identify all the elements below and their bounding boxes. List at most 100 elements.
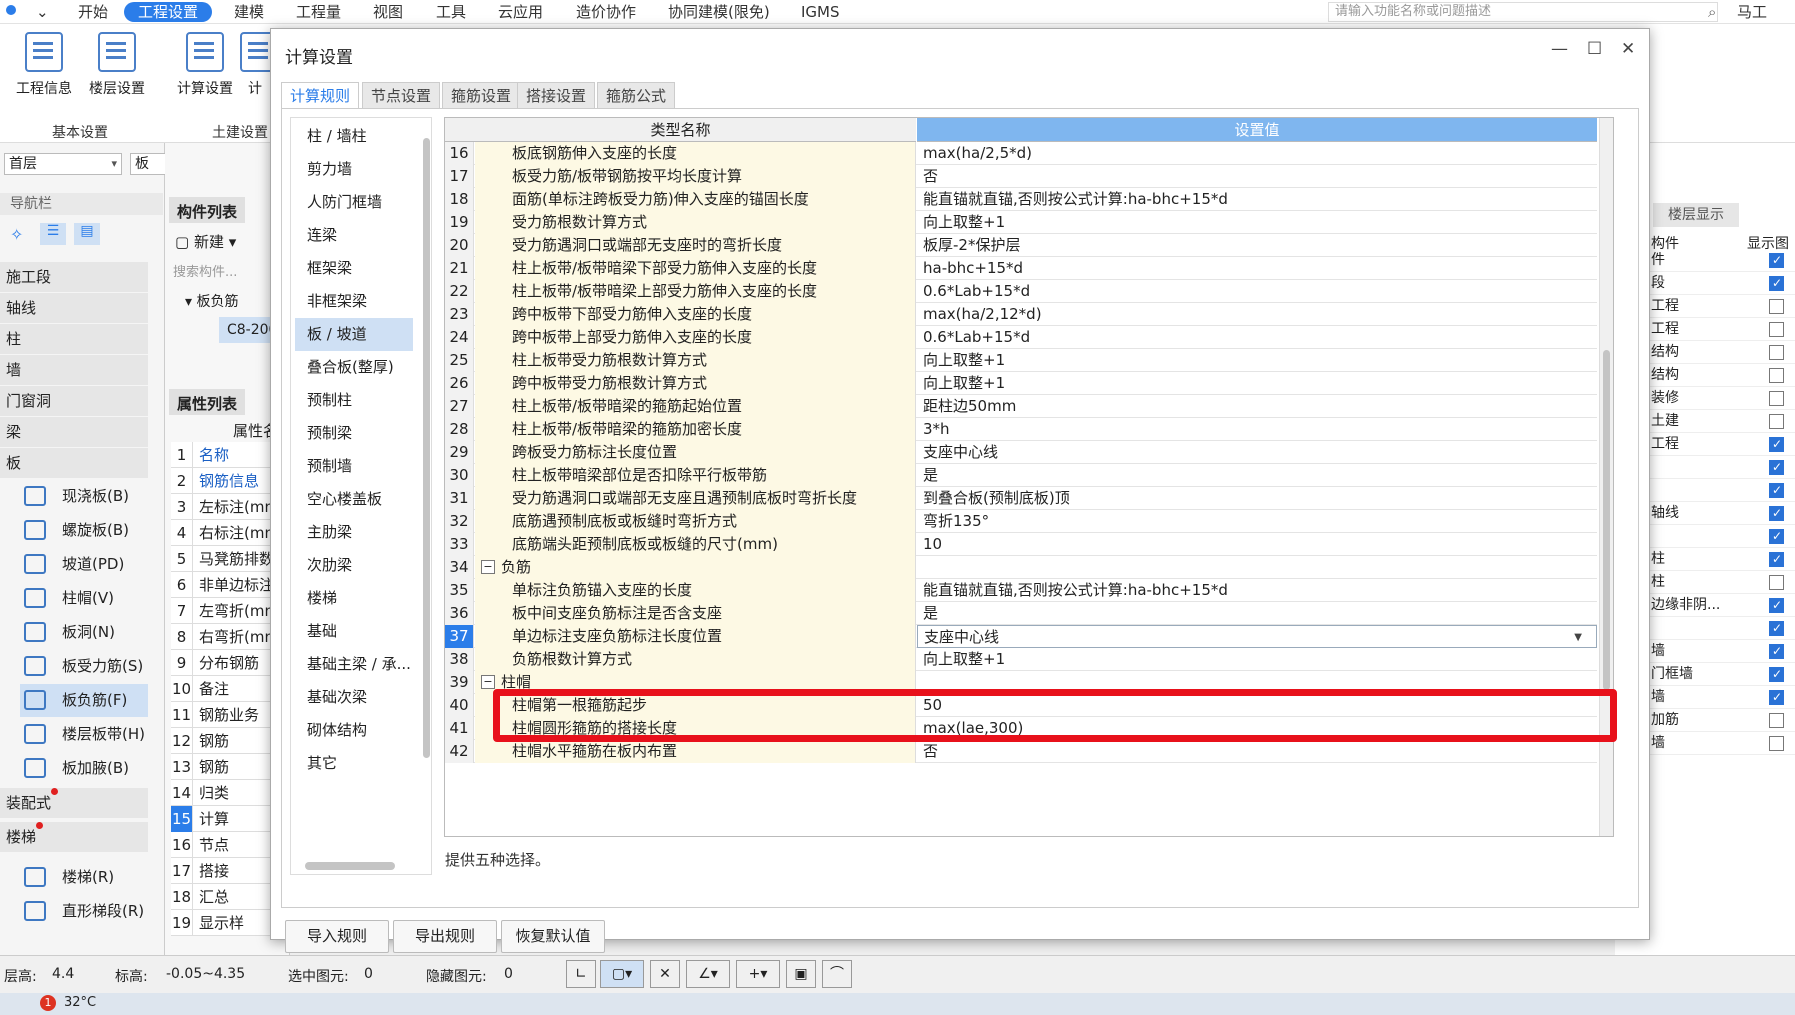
floor-select[interactable]: 首层 xyxy=(4,153,122,175)
category-item[interactable]: 剪力墙 xyxy=(295,153,413,186)
nav-category[interactable]: 装配式 xyxy=(0,788,148,818)
export-rules-button[interactable]: 导出规则 xyxy=(393,920,497,953)
display-checkbox[interactable] xyxy=(1769,391,1784,406)
nav-category[interactable]: 门窗洞 xyxy=(0,386,148,416)
property-row[interactable]: 16 节点 xyxy=(171,832,286,858)
menu-more-icon[interactable]: ⌄ xyxy=(36,2,49,22)
display-checkbox[interactable] xyxy=(1769,502,1784,525)
menu-cloud[interactable]: 云应用 xyxy=(498,2,543,22)
rule-row[interactable]: 19 受力筋根数计算方式 向上取整+1 xyxy=(445,211,1597,234)
category-scrollbar[interactable] xyxy=(423,138,430,758)
rule-row[interactable]: 26 跨中板带受力筋根数计算方式 向上取整+1 xyxy=(445,372,1597,395)
display-checkbox[interactable] xyxy=(1769,617,1784,640)
notification-badge[interactable]: 1 xyxy=(40,995,56,1011)
nav-item[interactable]: 坡道(PD) xyxy=(20,548,148,581)
rule-row[interactable]: 32 底筋遇预制底板或板缝时弯折方式 弯折135° xyxy=(445,510,1597,533)
rule-value-cell[interactable]: 是 xyxy=(917,602,1597,625)
property-row[interactable]: 13 钢筋 xyxy=(171,754,286,780)
group-row[interactable]: 34− 负筋 xyxy=(445,556,1597,579)
component-list-tab[interactable]: 构件列表 xyxy=(169,197,246,223)
category-item[interactable]: 预制墙 xyxy=(295,450,413,483)
rule-value-cell[interactable]: 能直锚就直锚,否则按公式计算:ha-bhc+15*d xyxy=(917,579,1597,602)
rule-row[interactable]: 23 跨中板带下部受力筋伸入支座的长度 max(ha/2,12*d) xyxy=(445,303,1597,326)
menu-tools[interactable]: 工具 xyxy=(436,2,466,22)
property-list-tab[interactable]: 属性列表 xyxy=(169,389,246,415)
category-item[interactable]: 非框架梁 xyxy=(295,285,413,318)
display-checkbox[interactable] xyxy=(1769,575,1784,590)
property-row[interactable]: 3 左标注(mm) xyxy=(171,494,286,520)
search-icon[interactable]: ⌕ xyxy=(1708,2,1716,22)
display-checkbox[interactable] xyxy=(1769,299,1784,314)
property-row[interactable]: 18 汇总 xyxy=(171,884,286,910)
rule-row[interactable]: 28 柱上板带/板带暗梁的箍筋加密长度 3*h xyxy=(445,418,1597,441)
category-item[interactable]: 主肋梁 xyxy=(295,516,413,549)
display-checkbox[interactable] xyxy=(1769,249,1784,272)
rule-row[interactable]: 22 柱上板带/板带暗梁上部受力筋伸入支座的长度 0.6*Lab+15*d xyxy=(445,280,1597,303)
rule-value-cell[interactable]: 弯折135° xyxy=(917,510,1597,533)
property-row[interactable]: 8 右弯折(mm) xyxy=(171,624,286,650)
nav-category[interactable]: 轴线 xyxy=(0,293,148,323)
display-checkbox[interactable] xyxy=(1769,345,1784,360)
rule-value-cell[interactable]: max(ha/2,5*d) xyxy=(917,142,1597,165)
tree-node[interactable]: ▾ 板负筋 xyxy=(185,291,238,311)
rule-value-cell[interactable]: 是 xyxy=(917,464,1597,487)
nav-category[interactable]: 梁 xyxy=(0,417,148,447)
calc-settings-button[interactable]: 计算设置 xyxy=(170,32,240,98)
orthogonal-icon[interactable]: ∟ xyxy=(566,960,596,988)
snap-mode-icon[interactable]: ▢▾ xyxy=(600,960,644,988)
display-checkbox[interactable] xyxy=(1769,525,1784,548)
display-checkbox[interactable] xyxy=(1769,414,1784,429)
tab-node-settings[interactable]: 节点设置 xyxy=(362,82,441,109)
property-row[interactable]: 14 归类 xyxy=(171,780,286,806)
tab-stirrup-settings[interactable]: 箍筋设置 xyxy=(442,82,521,109)
nav-category[interactable]: 板 xyxy=(0,448,148,478)
category-item[interactable]: 连梁 xyxy=(295,219,413,252)
nav-category[interactable]: 墙 xyxy=(0,355,148,385)
category-item[interactable]: 预制梁 xyxy=(295,417,413,450)
category-item[interactable]: 预制柱 xyxy=(295,384,413,417)
nav-item[interactable]: 板加腋(B) xyxy=(20,752,148,785)
rule-row[interactable]: 21 柱上板带/板带暗梁下部受力筋伸入支座的长度 ha-bhc+15*d xyxy=(445,257,1597,280)
rule-row[interactable]: 29 跨板受力筋标注长度位置 支座中心线 xyxy=(445,441,1597,464)
menu-view[interactable]: 视图 xyxy=(373,2,403,22)
rule-value-cell[interactable]: 否 xyxy=(917,165,1597,188)
rule-value-cell[interactable]: max(ha/2,12*d) xyxy=(917,303,1597,326)
category-item[interactable]: 叠合板(整厚) xyxy=(295,351,413,384)
project-info-button[interactable]: 工程信息 xyxy=(9,32,79,98)
menu-project-settings[interactable]: 工程设置 xyxy=(124,2,213,22)
display-checkbox[interactable] xyxy=(1769,736,1784,751)
property-row[interactable]: 11 钢筋业务 xyxy=(171,702,286,728)
tab-stirrup-formula[interactable]: 箍筋公式 xyxy=(597,82,676,109)
rule-row[interactable]: 16 板底钢筋伸入支座的长度 max(ha/2,5*d) xyxy=(445,142,1597,165)
close-icon[interactable]: ✕ xyxy=(1621,39,1635,59)
display-checkbox[interactable] xyxy=(1769,713,1784,728)
nav-category[interactable]: 施工段 xyxy=(0,262,148,292)
rule-row[interactable]: 27 柱上板带/板带暗梁的箍筋起始位置 距柱边50mm xyxy=(445,395,1597,418)
collapse-icon[interactable]: − xyxy=(481,675,495,689)
property-row[interactable]: 4 右标注(mm) xyxy=(171,520,286,546)
menu-start[interactable]: 开始 xyxy=(78,2,108,22)
property-row[interactable]: 1 名称 xyxy=(171,442,286,468)
rule-value-cell[interactable]: 3*h xyxy=(917,418,1597,441)
rule-row[interactable]: 18 面筋(单标注跨板受力筋)伸入支座的锚固长度 能直锚就直锚,否则按公式计算:ha… xyxy=(445,188,1597,211)
angle-snap-icon[interactable]: ∠▾ xyxy=(686,960,730,988)
rule-value-cell[interactable] xyxy=(917,556,1597,579)
nav-item[interactable]: 楼层板带(H) xyxy=(20,718,148,751)
category-item[interactable]: 其它 xyxy=(295,747,413,780)
category-item[interactable]: 板 / 坡道 xyxy=(295,318,413,351)
property-row[interactable]: 6 非单边标注 xyxy=(171,572,286,598)
rule-value-cell[interactable]: ha-bhc+15*d xyxy=(917,257,1597,280)
property-row[interactable]: 10 备注 xyxy=(171,676,286,702)
rule-row[interactable]: 31 受力筋遇洞口或端部无支座且遇预制底板时弯折长度 到叠合板(预制底板)顶 xyxy=(445,487,1597,510)
cross-snap-icon[interactable]: ✕ xyxy=(650,960,680,988)
display-checkbox[interactable] xyxy=(1769,368,1784,383)
rule-row[interactable]: 17 板受力筋/板带钢筋按平均长度计算 否 xyxy=(445,165,1597,188)
menu-cobuild[interactable]: 协同建模(限免) xyxy=(668,2,770,22)
weather-temp[interactable]: 32°C xyxy=(64,995,96,1010)
category-item[interactable]: 空心楼盖板 xyxy=(295,483,413,516)
nav-item[interactable]: 现浇板(B) xyxy=(20,480,148,513)
display-checkbox[interactable] xyxy=(1769,548,1784,571)
rule-value-cell[interactable]: 10 xyxy=(917,533,1597,556)
new-component-button[interactable]: ▢ 新建 ▾ xyxy=(175,231,236,252)
calc-rule-button[interactable]: 计 xyxy=(240,32,270,98)
